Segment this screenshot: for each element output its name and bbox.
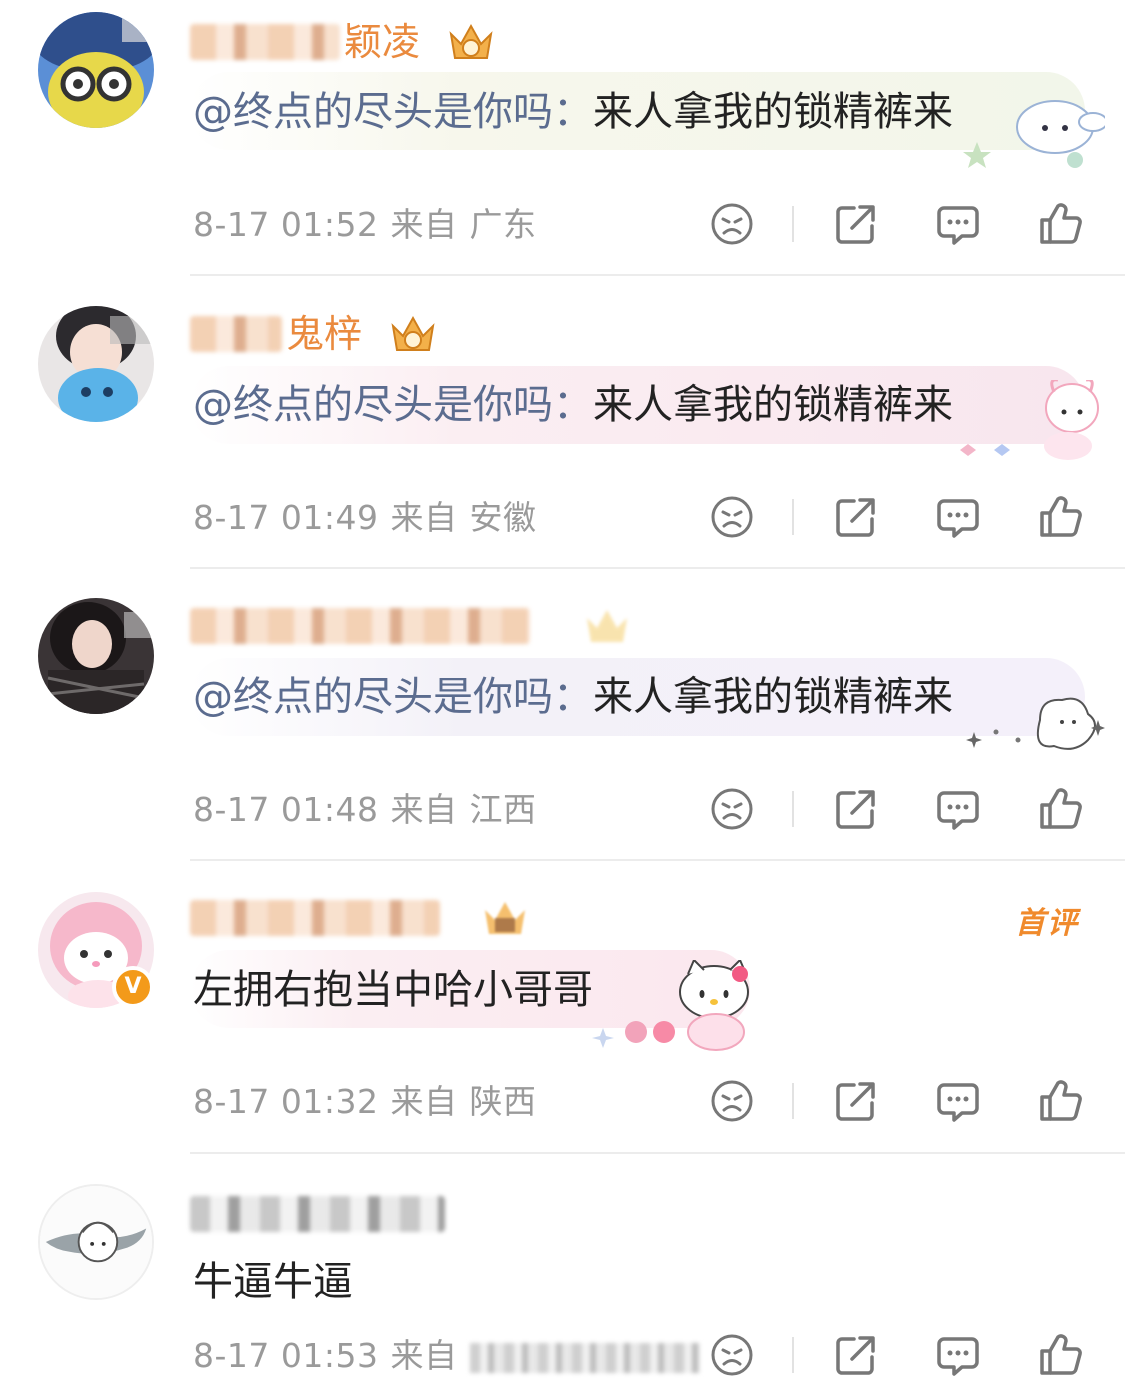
crown-badge-icon: [449, 23, 493, 59]
username[interactable]: 颖凌: [190, 16, 497, 66]
crown-badge-icon: [587, 610, 628, 642]
sparkle-cloud-sticker-icon: [966, 697, 1105, 750]
comment-meta: 8-17 01:49 来自 安徽: [193, 496, 537, 540]
comment-body: 左拥右抱当中哈小哥哥: [193, 967, 593, 1013]
avatar[interactable]: [38, 1184, 154, 1300]
action-bar: [700, 1331, 1100, 1379]
ip-location-blurred: [469, 1342, 700, 1373]
action-bar: [700, 200, 1100, 248]
blurred-name: [190, 608, 530, 644]
comment-icon[interactable]: [934, 1077, 982, 1125]
comment-text: 牛逼牛逼: [193, 1252, 353, 1312]
dislike-face-icon[interactable]: [708, 200, 756, 248]
divider: [792, 206, 794, 242]
like-icon[interactable]: [1036, 493, 1084, 541]
crown-badge-icon: [391, 315, 435, 351]
mention-link[interactable]: @终点的尽头是你吗：: [193, 674, 593, 720]
share-icon[interactable]: [832, 200, 880, 248]
first-comment-badge: 首评: [1015, 906, 1079, 941]
comment-meta: 8-17 01:53 来自: [193, 1334, 700, 1378]
comment-icon[interactable]: [934, 493, 982, 541]
comment-meta: 8-17 01:52 来自 广东: [193, 203, 537, 247]
divider: [792, 1337, 794, 1373]
mention-link[interactable]: @终点的尽头是你吗：: [193, 382, 593, 428]
blurred-name: [190, 24, 340, 60]
avatar[interactable]: [38, 306, 154, 422]
from-label: 来自: [390, 205, 458, 244]
comment-body: 来人拿我的锁精裤来: [593, 89, 953, 135]
ip-location: 江西: [469, 790, 537, 829]
comment-time: 8-17 01:48: [193, 790, 379, 829]
like-icon[interactable]: [1036, 1077, 1084, 1125]
share-icon[interactable]: [832, 493, 880, 541]
from-label: 来自: [390, 790, 458, 829]
comment-icon[interactable]: [934, 200, 982, 248]
divider: [792, 791, 794, 827]
comment-time: 8-17 01:32: [193, 1082, 379, 1121]
from-label: 来自: [390, 1336, 458, 1375]
comment-time: 8-17 01:53: [193, 1336, 379, 1375]
avatar[interactable]: [38, 598, 154, 714]
like-icon[interactable]: [1036, 1331, 1084, 1379]
dislike-face-icon[interactable]: [708, 493, 756, 541]
comment-body: 来人拿我的锁精裤来: [593, 382, 953, 428]
comment-body: 牛逼牛逼: [193, 1259, 353, 1305]
blurred-name: [190, 1196, 445, 1232]
action-bar: [700, 785, 1100, 833]
like-icon[interactable]: [1036, 785, 1084, 833]
from-label: 来自: [390, 498, 458, 537]
comment-icon[interactable]: [934, 1331, 982, 1379]
avatar[interactable]: [38, 12, 154, 128]
separator-line: [190, 274, 1125, 276]
comment-text: @终点的尽头是你吗：来人拿我的锁精裤来: [193, 375, 953, 435]
comment-text: 左拥右抱当中哈小哥哥: [193, 960, 593, 1020]
cinnamoroll-sticker-icon: [963, 100, 1105, 168]
dislike-face-icon[interactable]: [708, 1331, 756, 1379]
separator-line: [190, 567, 1125, 569]
comment-text: @终点的尽头是你吗：来人拿我的锁精裤来: [193, 667, 953, 727]
action-bar: [700, 1077, 1100, 1125]
action-bar: [700, 493, 1100, 541]
share-icon[interactable]: [832, 1331, 880, 1379]
comment-time: 8-17 01:49: [193, 498, 379, 537]
blurred-name: [190, 900, 440, 936]
blurred-name: [190, 316, 282, 352]
ip-location: 广东: [469, 205, 537, 244]
verified-badge: V: [112, 966, 154, 1008]
comment-icon[interactable]: [934, 785, 982, 833]
separator-line: [190, 859, 1125, 861]
divider: [792, 499, 794, 535]
username[interactable]: [190, 1188, 449, 1238]
username-visible: 颖凌: [344, 20, 421, 64]
ip-location: 安徽: [469, 498, 537, 537]
comment-time: 8-17 01:52: [193, 205, 379, 244]
separator-line: [190, 1152, 1125, 1154]
divider: [792, 1083, 794, 1119]
comment-text: @终点的尽头是你吗：来人拿我的锁精裤来: [193, 82, 953, 142]
crown-badge-icon: [485, 902, 526, 934]
share-icon[interactable]: [832, 1077, 880, 1125]
dislike-face-icon[interactable]: [708, 785, 756, 833]
mention-link[interactable]: @终点的尽头是你吗：: [193, 89, 593, 135]
comment-meta: 8-17 01:48 来自 江西: [193, 788, 537, 832]
hello-kitty-sticker-icon: [592, 960, 749, 1051]
username[interactable]: 鬼梓: [190, 308, 439, 358]
comment-meta: 8-17 01:32 来自 陕西: [193, 1080, 537, 1124]
share-icon[interactable]: [832, 785, 880, 833]
dislike-face-icon[interactable]: [708, 1077, 756, 1125]
my-melody-sticker-icon: [960, 380, 1099, 460]
username[interactable]: [190, 600, 633, 650]
from-label: 来自: [390, 1082, 458, 1121]
like-icon[interactable]: [1036, 200, 1084, 248]
username[interactable]: [190, 892, 531, 942]
comment-body: 来人拿我的锁精裤来: [593, 674, 953, 720]
ip-location: 陕西: [469, 1082, 537, 1121]
username-visible: 鬼梓: [286, 312, 363, 356]
